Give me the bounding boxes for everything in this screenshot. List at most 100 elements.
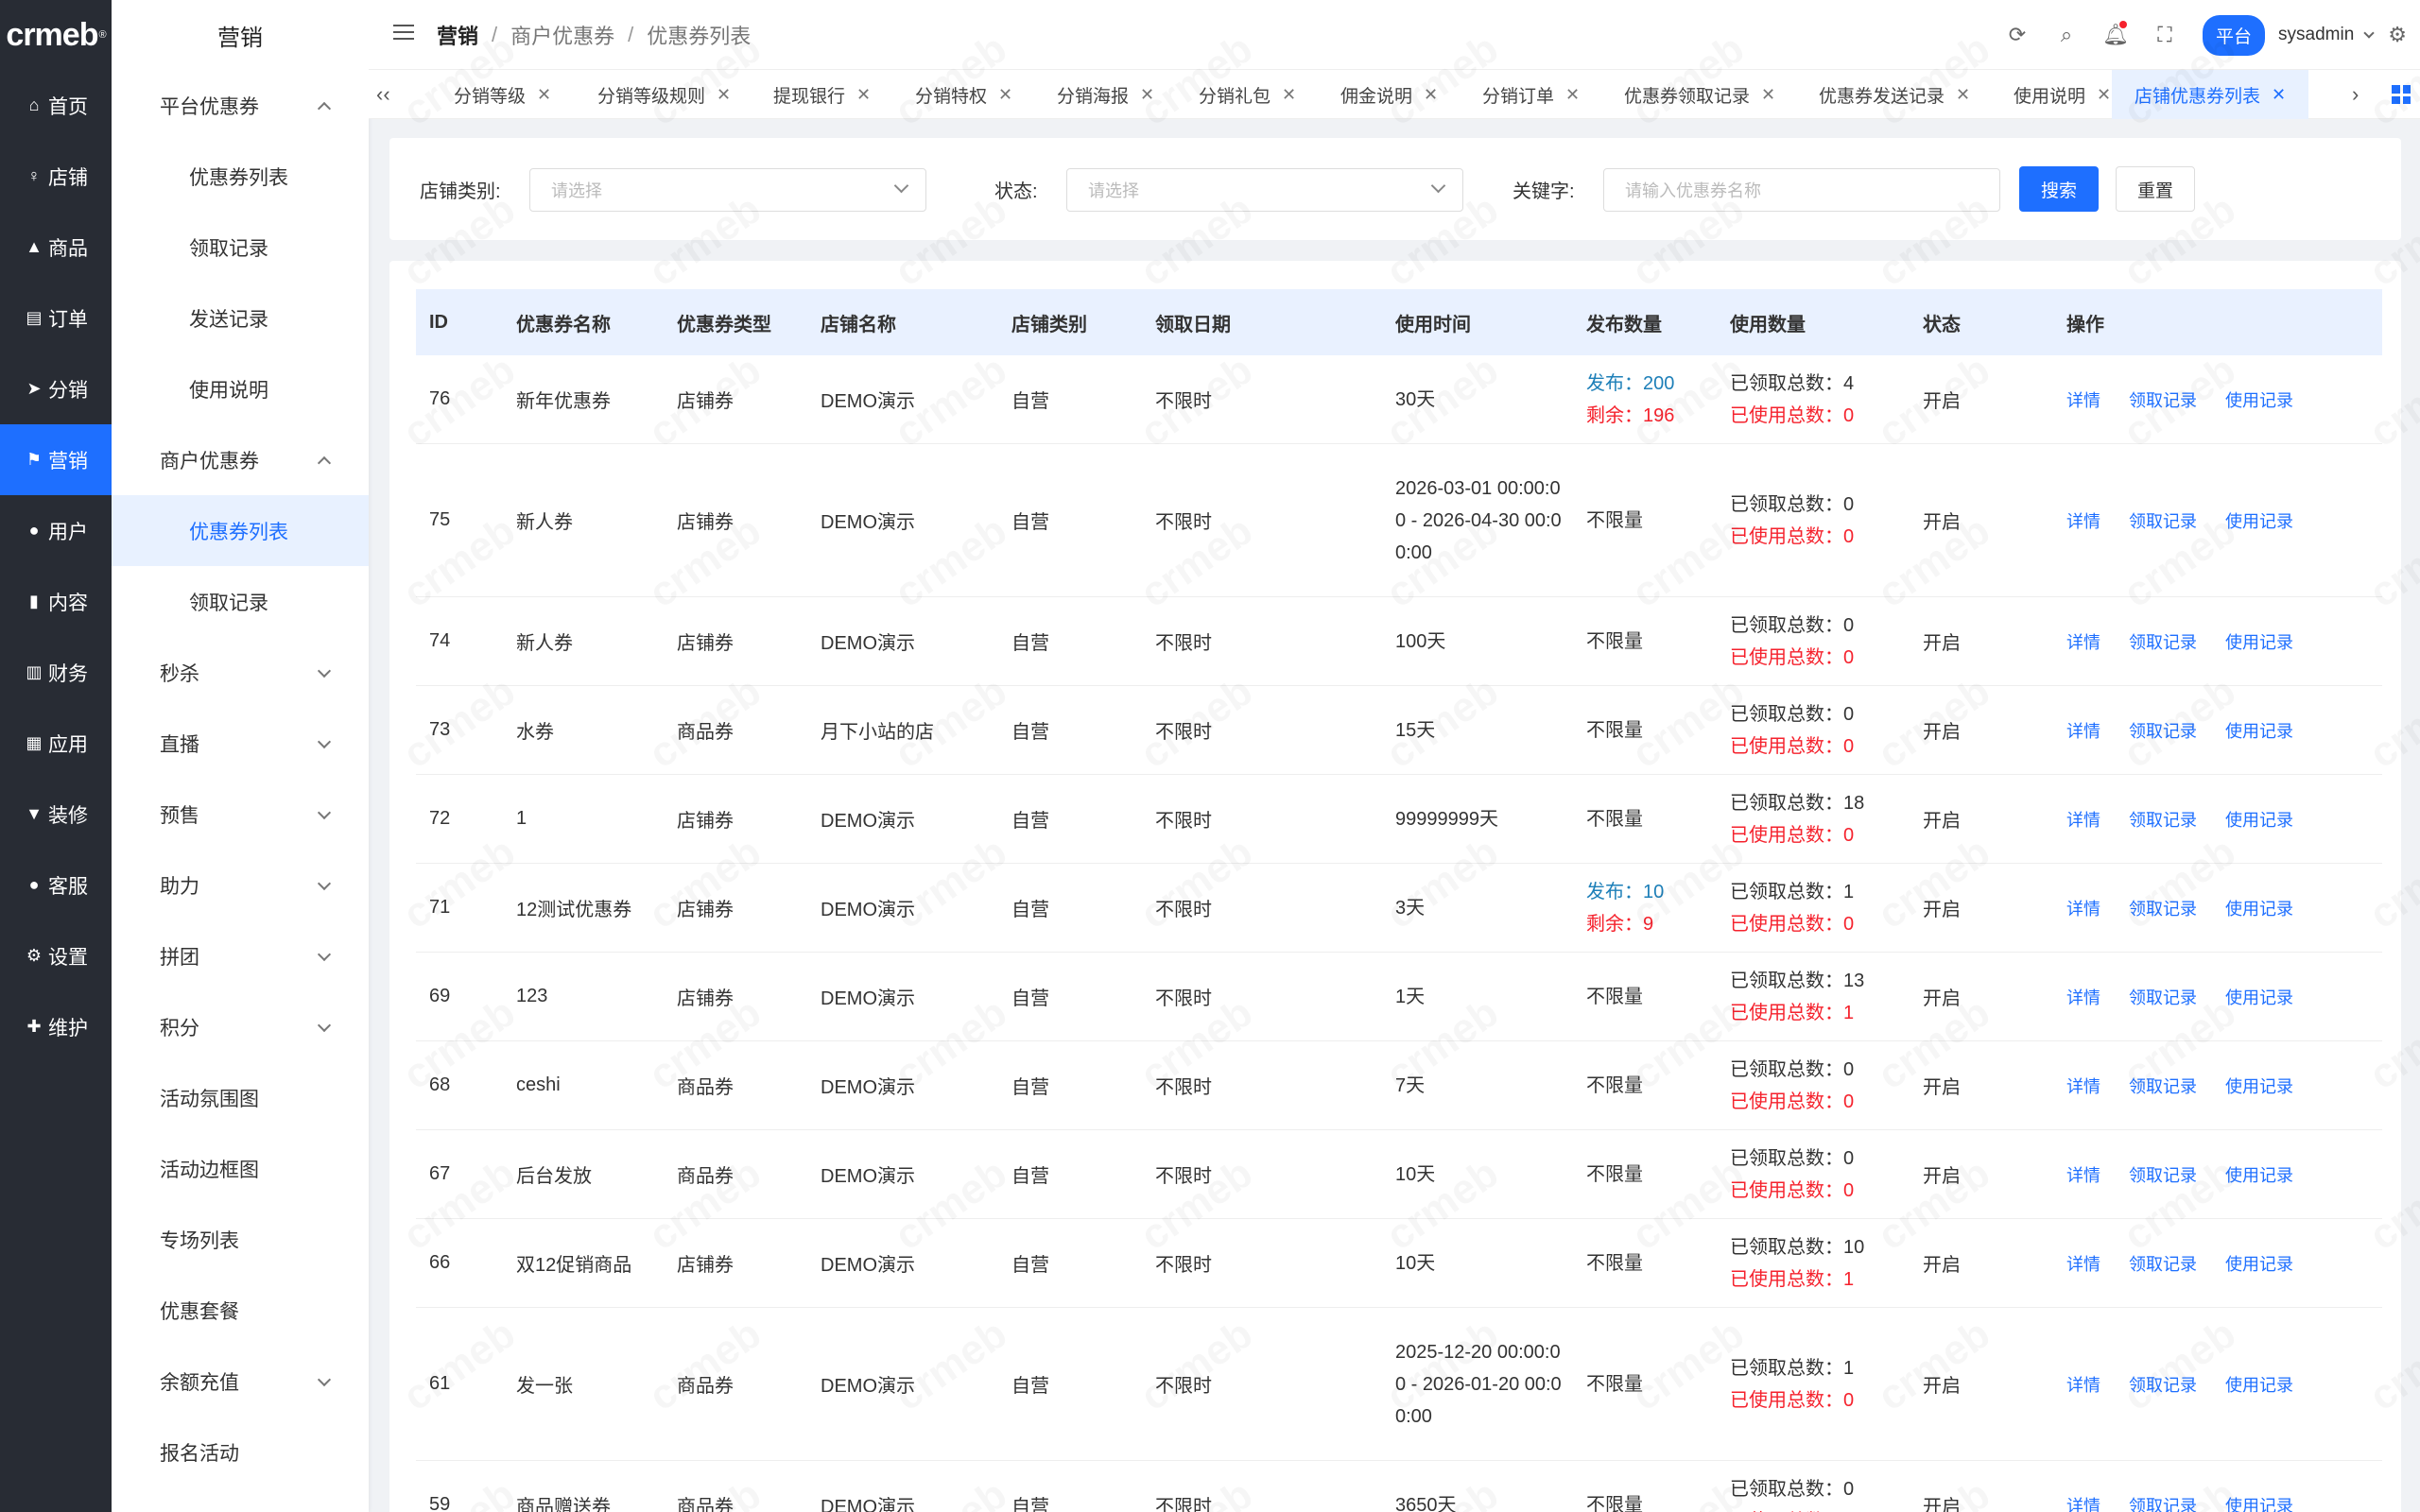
detail-link[interactable]: 详情 xyxy=(2066,896,2100,920)
claim-records-link[interactable]: 领取记录 xyxy=(2129,985,2197,1009)
close-icon[interactable]: ✕ xyxy=(1140,85,1154,105)
gear-icon[interactable]: ⚙ xyxy=(2388,23,2407,47)
close-icon[interactable]: ✕ xyxy=(1565,85,1580,105)
close-icon[interactable]: ✕ xyxy=(1956,85,1970,105)
nav-item-12[interactable]: ⚙ 设置 xyxy=(0,920,112,991)
nav-item-6[interactable]: ● 用户 xyxy=(0,495,112,566)
keyword-input[interactable]: 请输入优惠券名称 xyxy=(1603,168,2000,212)
submenu-item[interactable]: 领取记录 xyxy=(112,212,369,283)
claim-records-link[interactable]: 领取记录 xyxy=(2129,387,2197,412)
claim-records-link[interactable]: 领取记录 xyxy=(2129,1251,2197,1276)
claim-records-link[interactable]: 领取记录 xyxy=(2129,718,2197,743)
tab-item[interactable]: 佣金说明 ✕ xyxy=(1340,70,1438,119)
claim-records-link[interactable]: 领取记录 xyxy=(2129,1162,2197,1187)
submenu-item[interactable]: 积分 xyxy=(112,991,369,1062)
breadcrumb-item[interactable]: 商户优惠券 xyxy=(510,20,614,50)
refresh-icon[interactable]: ⟳ xyxy=(1993,23,2042,47)
close-icon[interactable]: ✕ xyxy=(537,85,551,105)
usage-records-link[interactable]: 使用记录 xyxy=(2225,896,2293,920)
platform-badge[interactable]: 平台 xyxy=(2203,14,2266,56)
tab-item[interactable]: 分销特权 ✕ xyxy=(915,70,1012,119)
search-icon[interactable]: ⌕ xyxy=(2042,23,2091,47)
nav-item-4[interactable]: ➤ 分销 xyxy=(0,353,112,424)
tab-item[interactable]: 分销订单 ✕ xyxy=(1482,70,1580,119)
usage-records-link[interactable]: 使用记录 xyxy=(2225,1251,2293,1276)
status-select[interactable]: 请选择 xyxy=(1066,168,1463,212)
submenu-item[interactable]: 助力 xyxy=(112,850,369,920)
submenu-item[interactable]: 优惠券列表 xyxy=(112,495,369,566)
logo[interactable]: crmeb ® xyxy=(0,0,112,70)
detail-link[interactable]: 详情 xyxy=(2066,1493,2100,1512)
reset-button[interactable]: 重置 xyxy=(2116,166,2195,212)
detail-link[interactable]: 详情 xyxy=(2066,508,2100,533)
submenu-item[interactable]: 活动氛围图 xyxy=(112,1062,369,1133)
chevron-down-icon[interactable] xyxy=(2363,27,2375,39)
submenu-item[interactable]: 发送记录 xyxy=(112,283,369,353)
nav-item-2[interactable]: ▲ 商品 xyxy=(0,212,112,283)
tab-item[interactable]: 使用说明 ✕ xyxy=(2014,70,2111,119)
detail-link[interactable]: 详情 xyxy=(2066,985,2100,1009)
usage-records-link[interactable]: 使用记录 xyxy=(2225,985,2293,1009)
nav-item-11[interactable]: ● 客服 xyxy=(0,850,112,920)
close-icon[interactable]: ✕ xyxy=(1761,85,1775,105)
submenu-item[interactable]: 使用说明 xyxy=(112,353,369,424)
search-button[interactable]: 搜索 xyxy=(2019,166,2099,212)
nav-item-9[interactable]: ▦ 应用 xyxy=(0,708,112,779)
detail-link[interactable]: 详情 xyxy=(2066,1162,2100,1187)
detail-link[interactable]: 详情 xyxy=(2066,1251,2100,1276)
submenu-item[interactable]: 优惠券列表 xyxy=(112,141,369,212)
usage-records-link[interactable]: 使用记录 xyxy=(2225,718,2293,743)
close-icon[interactable]: ✕ xyxy=(1282,85,1296,105)
close-icon[interactable]: ✕ xyxy=(2272,85,2286,105)
submenu-item[interactable]: 优惠套餐 xyxy=(112,1275,369,1346)
detail-link[interactable]: 详情 xyxy=(2066,807,2100,832)
tabs-menu-icon[interactable] xyxy=(2392,85,2411,104)
submenu-item[interactable]: 报名活动 xyxy=(112,1417,369,1487)
usage-records-link[interactable]: 使用记录 xyxy=(2225,1074,2293,1098)
nav-item-1[interactable]: ♀ 店铺 xyxy=(0,141,112,212)
close-icon[interactable]: ✕ xyxy=(856,85,871,105)
store-type-select[interactable]: 请选择 xyxy=(529,168,926,212)
submenu-item[interactable]: 专场列表 xyxy=(112,1204,369,1275)
detail-link[interactable]: 详情 xyxy=(2066,1074,2100,1098)
tab-item[interactable]: 提现银行 ✕ xyxy=(773,70,871,119)
nav-item-5[interactable]: ⚑ 营销 xyxy=(0,424,112,495)
detail-link[interactable]: 详情 xyxy=(2066,1372,2100,1397)
submenu-item[interactable]: 活动边框图 xyxy=(112,1133,369,1204)
claim-records-link[interactable]: 领取记录 xyxy=(2129,1372,2197,1397)
claim-records-link[interactable]: 领取记录 xyxy=(2129,629,2197,654)
claim-records-link[interactable]: 领取记录 xyxy=(2129,896,2197,920)
username[interactable]: sysadmin xyxy=(2278,25,2354,45)
tabs-scroll-left-icon[interactable]: ‹‹ xyxy=(376,70,390,119)
close-icon[interactable]: ✕ xyxy=(998,85,1012,105)
usage-records-link[interactable]: 使用记录 xyxy=(2225,387,2293,412)
nav-item-10[interactable]: ▼ 装修 xyxy=(0,779,112,850)
submenu-item[interactable]: 拼团 xyxy=(112,920,369,991)
submenu-item[interactable]: 直播 xyxy=(112,708,369,779)
detail-link[interactable]: 详情 xyxy=(2066,718,2100,743)
tab-item[interactable]: 分销等级规则 ✕ xyxy=(597,70,731,119)
usage-records-link[interactable]: 使用记录 xyxy=(2225,1493,2293,1512)
usage-records-link[interactable]: 使用记录 xyxy=(2225,807,2293,832)
close-icon[interactable]: ✕ xyxy=(717,85,731,105)
tab-item[interactable]: 分销海报 ✕ xyxy=(1057,70,1154,119)
nav-item-8[interactable]: ▥ 财务 xyxy=(0,637,112,708)
fullscreen-icon[interactable]: ⛶ xyxy=(2140,23,2189,47)
tabs-scroll-right-icon[interactable]: › xyxy=(2352,70,2359,119)
usage-records-link[interactable]: 使用记录 xyxy=(2225,1372,2293,1397)
submenu-item[interactable]: 预售 xyxy=(112,779,369,850)
submenu-item[interactable]: 领取记录 xyxy=(112,566,369,637)
claim-records-link[interactable]: 领取记录 xyxy=(2129,508,2197,533)
claim-records-link[interactable]: 领取记录 xyxy=(2129,807,2197,832)
breadcrumb-item[interactable]: 营销 xyxy=(437,20,478,50)
submenu-item[interactable]: 商户优惠券 xyxy=(112,424,369,495)
claim-records-link[interactable]: 领取记录 xyxy=(2129,1493,2197,1512)
tab-item[interactable]: 分销礼包 ✕ xyxy=(1199,70,1296,119)
bell-icon[interactable]: 🔔︎ xyxy=(2091,21,2140,47)
submenu-item[interactable]: 余额充值 xyxy=(112,1346,369,1417)
nav-item-7[interactable]: ▮ 内容 xyxy=(0,566,112,637)
usage-records-link[interactable]: 使用记录 xyxy=(2225,1162,2293,1187)
usage-records-link[interactable]: 使用记录 xyxy=(2225,629,2293,654)
nav-item-13[interactable]: ✚ 维护 xyxy=(0,991,112,1062)
claim-records-link[interactable]: 领取记录 xyxy=(2129,1074,2197,1098)
